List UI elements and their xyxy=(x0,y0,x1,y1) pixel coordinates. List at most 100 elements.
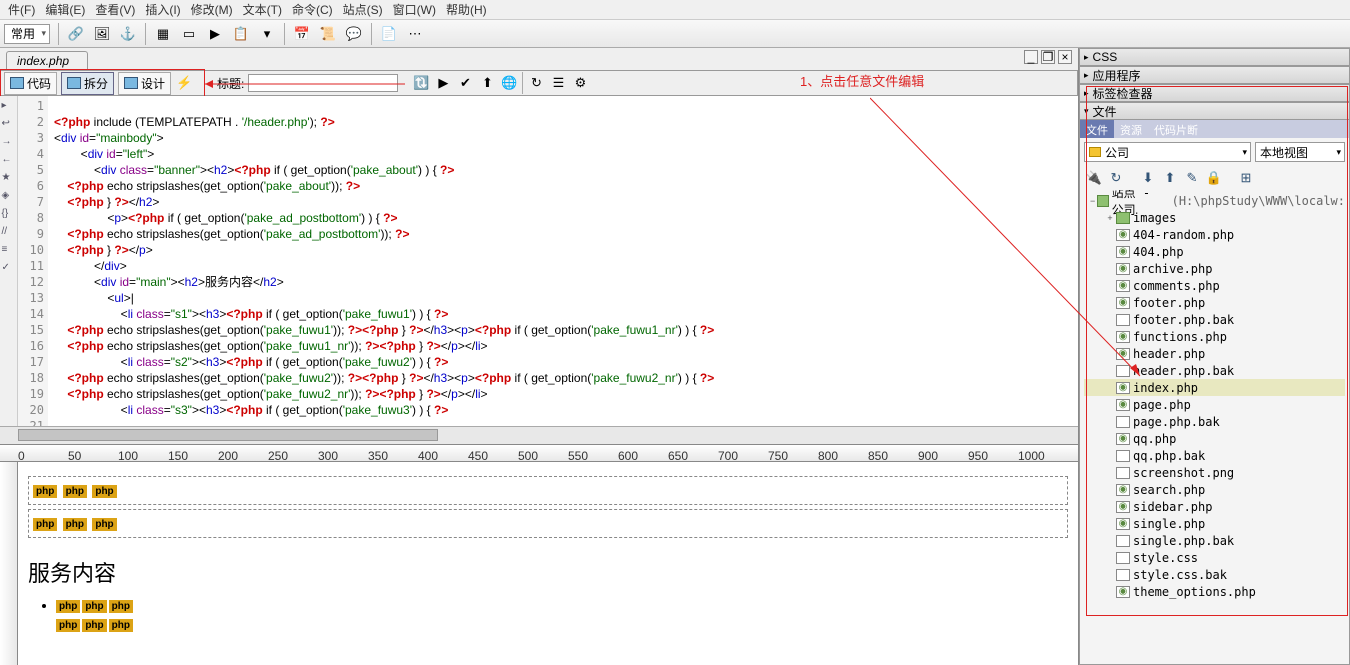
expand-toggle[interactable]: − xyxy=(1088,196,1097,206)
tree-root[interactable]: − 站点 - 公司 (H:\phpStudy\WWW\localw: xyxy=(1084,192,1345,209)
image-icon[interactable]: 🖼 xyxy=(93,25,111,43)
horizontal-scrollbar[interactable] xyxy=(0,426,1078,444)
tree-row[interactable]: archive.php xyxy=(1084,260,1345,277)
dropdown-icon[interactable]: ▾ xyxy=(258,25,276,43)
service-heading[interactable]: 服务内容 xyxy=(28,556,1068,588)
tree-row[interactable]: single.php.bak xyxy=(1084,532,1345,549)
comment-icon[interactable]: // xyxy=(2,226,16,240)
tree-row[interactable]: index.php xyxy=(1084,379,1345,396)
layout-dropdown[interactable]: 常用 xyxy=(4,24,50,44)
options-icon[interactable]: ⚙ xyxy=(571,74,589,92)
menu-item[interactable]: 命令(C) xyxy=(288,0,337,20)
tree-row[interactable]: page.php xyxy=(1084,396,1345,413)
snippet-icon[interactable]: {} xyxy=(2,208,16,222)
menu-item[interactable]: 帮助(H) xyxy=(442,0,491,20)
tree-row[interactable]: comments.php xyxy=(1084,277,1345,294)
split-view-button[interactable]: 拆分 xyxy=(61,72,114,95)
date-icon[interactable]: 📅 xyxy=(293,25,311,43)
subtab[interactable]: 文件 xyxy=(1080,120,1114,138)
panel-app[interactable]: 应用程序 xyxy=(1079,66,1350,84)
view-combo[interactable]: 本地视图 xyxy=(1255,142,1345,162)
table-icon[interactable]: ▦ xyxy=(154,25,172,43)
panel-css[interactable]: CSS xyxy=(1079,48,1350,66)
collapse-icon[interactable]: ▸ xyxy=(2,100,16,114)
list-icon[interactable]: ☰ xyxy=(549,74,567,92)
checkout-icon[interactable]: ✎ xyxy=(1184,170,1200,186)
link-icon[interactable]: 🔗 xyxy=(67,25,85,43)
script-icon[interactable]: 📜 xyxy=(319,25,337,43)
tree-row[interactable]: qq.php.bak xyxy=(1084,447,1345,464)
tree-row[interactable]: page.php.bak xyxy=(1084,413,1345,430)
wrap-icon[interactable]: ↩ xyxy=(2,118,16,132)
comment-icon[interactable]: 💬 xyxy=(345,25,363,43)
highlight-icon[interactable]: ★ xyxy=(2,172,16,186)
code-editor[interactable]: ▸ ↩ → ← ★ ◈ {} // ≡ ✓ 123456789101112131… xyxy=(0,96,1078,426)
tree-row[interactable]: theme_options.php xyxy=(1084,583,1345,600)
menu-item[interactable]: 件(F) xyxy=(4,0,39,20)
refresh-icon[interactable]: 🔃 xyxy=(412,74,430,92)
expand-toggle[interactable]: + xyxy=(1104,213,1116,223)
expand-icon[interactable]: ⊞ xyxy=(1238,170,1254,186)
refresh-icon[interactable]: ↻ xyxy=(1108,170,1124,186)
code-view-button[interactable]: 代码 xyxy=(4,72,57,95)
tree-row[interactable]: functions.php xyxy=(1084,328,1345,345)
globe-icon[interactable]: 🌐 xyxy=(500,74,518,92)
put-icon[interactable]: ⬆ xyxy=(1162,170,1178,186)
site-combo[interactable]: 公司 xyxy=(1084,142,1251,162)
close-button[interactable]: × xyxy=(1058,50,1072,64)
reload-icon[interactable]: ↻ xyxy=(527,74,545,92)
indent-icon[interactable]: → xyxy=(2,136,16,150)
tree-row[interactable]: +images xyxy=(1084,209,1345,226)
upload-icon[interactable]: ⬆ xyxy=(478,74,496,92)
panel-files[interactable]: 文件 xyxy=(1079,102,1350,120)
design-canvas[interactable]: php php php php php php 服务内容 phpphpphp p… xyxy=(18,462,1078,665)
menu-item[interactable]: 插入(I) xyxy=(141,0,184,20)
menu-item[interactable]: 站点(S) xyxy=(339,0,387,20)
tree-row[interactable]: qq.php xyxy=(1084,430,1345,447)
tree-row[interactable]: 404-random.php xyxy=(1084,226,1345,243)
play-icon[interactable]: ▶ xyxy=(434,74,452,92)
file-tree[interactable]: − 站点 - 公司 (H:\phpStudy\WWW\localw: +imag… xyxy=(1080,190,1349,602)
subtab[interactable]: 代码片断 xyxy=(1148,120,1204,138)
title-input[interactable] xyxy=(248,74,398,92)
outdent-icon[interactable]: ← xyxy=(2,154,16,168)
tree-row[interactable]: header.php xyxy=(1084,345,1345,362)
tree-row[interactable]: screenshot.png xyxy=(1084,464,1345,481)
tree-row[interactable]: 404.php xyxy=(1084,243,1345,260)
tree-row[interactable]: footer.php.bak xyxy=(1084,311,1345,328)
tree-row[interactable]: footer.php xyxy=(1084,294,1345,311)
menu-item[interactable]: 窗口(W) xyxy=(389,0,440,20)
validate-icon[interactable]: ✓ xyxy=(2,262,16,276)
bookmark-icon[interactable]: ◈ xyxy=(2,190,16,204)
subtab[interactable]: 资源 xyxy=(1114,120,1148,138)
form-icon[interactable]: 📋 xyxy=(232,25,250,43)
menu-item[interactable]: 查看(V) xyxy=(91,0,139,20)
live-view-icon[interactable]: ⚡ xyxy=(175,74,193,92)
tree-row[interactable]: style.css xyxy=(1084,549,1345,566)
list-item[interactable]: phpphpphp xyxy=(56,617,1068,632)
more-icon[interactable]: ⋯ xyxy=(406,25,424,43)
scrollbar-thumb[interactable] xyxy=(18,429,438,441)
minimize-button[interactable]: _ xyxy=(1024,50,1038,64)
format-icon[interactable]: ≡ xyxy=(2,244,16,258)
tree-row[interactable]: header.php.bak xyxy=(1084,362,1345,379)
checkin-icon[interactable]: 🔒 xyxy=(1206,170,1222,186)
design-view-button[interactable]: 设计 xyxy=(118,72,171,95)
php-region-header[interactable]: php php php xyxy=(28,476,1068,505)
menu-item[interactable]: 文本(T) xyxy=(239,0,286,20)
tree-row[interactable]: style.css.bak xyxy=(1084,566,1345,583)
connect-icon[interactable]: 🔌 xyxy=(1086,170,1102,186)
template-icon[interactable]: 📄 xyxy=(380,25,398,43)
tab-index-php[interactable]: index.php xyxy=(6,51,88,70)
list-item[interactable]: phpphpphp xyxy=(56,598,1068,613)
menu-item[interactable]: 修改(M) xyxy=(187,0,237,20)
tree-row[interactable]: sidebar.php xyxy=(1084,498,1345,515)
check-icon[interactable]: ✔ xyxy=(456,74,474,92)
code-content[interactable]: <?php include (TEMPLATEPATH . '/header.p… xyxy=(48,96,1078,426)
tree-row[interactable]: single.php xyxy=(1084,515,1345,532)
php-region-banner[interactable]: php php php xyxy=(28,509,1068,538)
restore-button[interactable]: ❐ xyxy=(1041,50,1055,64)
get-icon[interactable]: ⬇ xyxy=(1140,170,1156,186)
media-icon[interactable]: ▶ xyxy=(206,25,224,43)
div-icon[interactable]: ▭ xyxy=(180,25,198,43)
